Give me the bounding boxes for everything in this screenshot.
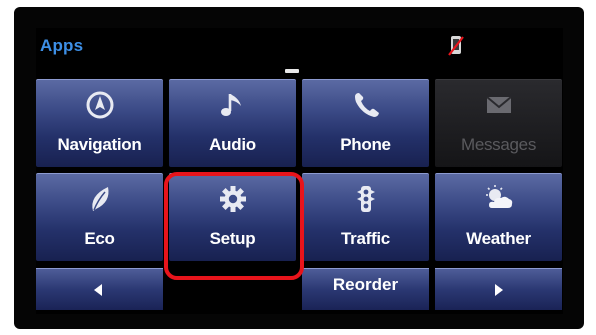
- messages-tile[interactable]: Messages: [435, 79, 562, 167]
- arrow-left-icon: [94, 284, 102, 296]
- audio-tile[interactable]: Audio: [169, 79, 296, 167]
- next-page-button[interactable]: [435, 268, 562, 310]
- navigation-tile[interactable]: Navigation: [36, 79, 163, 167]
- reorder-button[interactable]: Reorder: [302, 268, 429, 310]
- page-title: Apps: [40, 36, 84, 55]
- tile-label-weather: Weather: [466, 229, 531, 248]
- compass-icon: [84, 90, 116, 120]
- leaf-icon: [84, 184, 116, 214]
- music-note-icon: [217, 90, 249, 120]
- tile-label-messages: Messages: [460, 135, 537, 154]
- setup-highlight-outline: [164, 172, 304, 280]
- envelope-icon: [483, 90, 515, 120]
- phone-tile[interactable]: Phone: [302, 79, 429, 167]
- reorder-label: Reorder: [332, 275, 399, 294]
- tile-label-traffic: Traffic: [341, 229, 390, 248]
- traffic-light-icon: [350, 184, 382, 214]
- traffic-tile[interactable]: Traffic: [302, 173, 429, 261]
- tile-label-eco: Eco: [84, 229, 115, 248]
- tile-label-phone: Phone: [340, 135, 391, 154]
- sun-cloud-icon: [483, 184, 515, 214]
- tile-label-audio: Audio: [209, 135, 256, 154]
- arrow-right-icon: [495, 284, 503, 296]
- eco-tile[interactable]: Eco: [36, 173, 163, 261]
- page-indicator: [285, 69, 299, 73]
- tile-label-navigation: Navigation: [57, 135, 142, 154]
- phone-disconnected-icon: [448, 35, 464, 57]
- previous-page-button[interactable]: [36, 268, 163, 310]
- phone-handset-icon: [350, 90, 382, 120]
- weather-tile[interactable]: Weather: [435, 173, 562, 261]
